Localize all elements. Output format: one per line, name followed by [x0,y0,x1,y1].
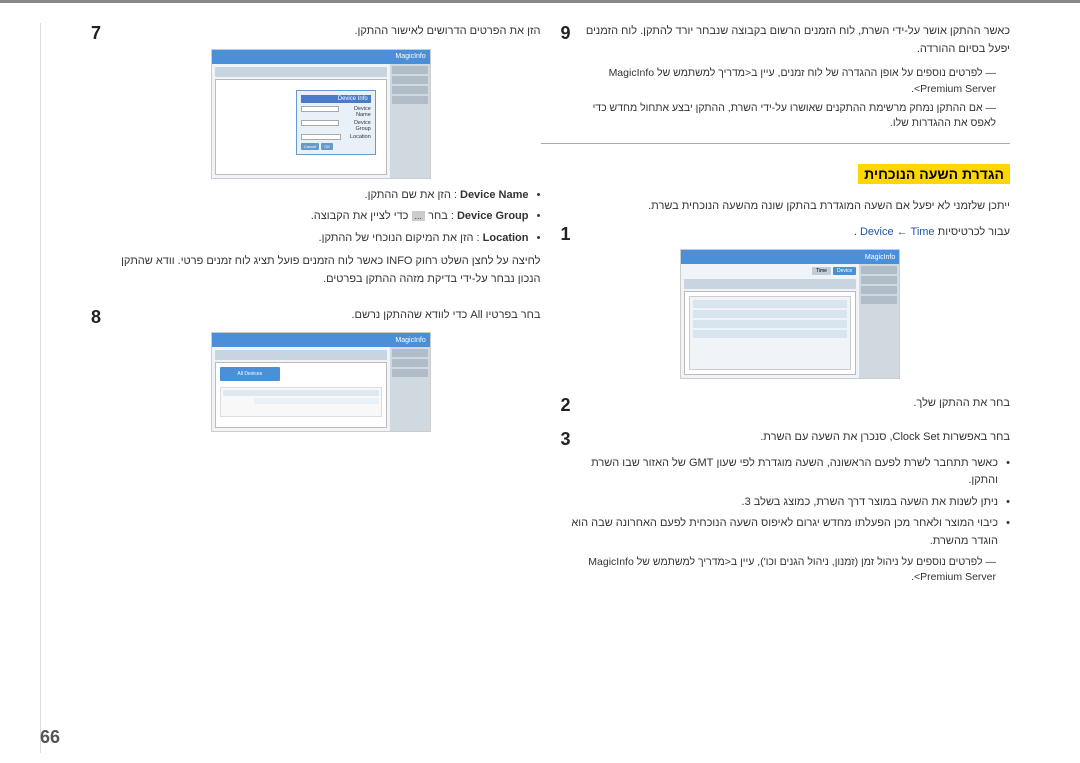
step-3-note: — לפרטים נוספים על ניהול זמן (זמנון, ניה… [571,555,1011,587]
step-1-blue: Device ← Time [860,226,935,238]
location-bold: Location [483,232,529,244]
step-7-number: 7 [79,23,101,44]
ss-body-3: Device Time [681,264,899,378]
page-number: 66 [40,727,60,748]
step-8-content: בחר בפרטיו All כדי לוודא שההתקן נרשם. Ma… [101,307,541,441]
step-1-prefix: עבור לכרטיסיות [938,226,1010,238]
ss-sidebar-2 [390,347,430,431]
ss-dialog-buttons-1: OK Cancel [301,143,371,150]
step-3-bullet2: ניתן לשנות את השעה במוצר דרך השרת, כמוצג… [571,494,1011,512]
ss-body-2: All Devices [212,347,430,431]
step-2-content: בחר את ההתקן שלך. [571,395,1011,421]
location-label: Location [350,134,371,140]
step-3-bullet1: כאשר תתחבר לשרת לפעם הראשונה, השעה מוגדר… [571,455,1011,490]
step-8-row: 8 בחר בפרטיו All כדי לוודא שההתקן נרשם. … [71,307,541,441]
step-1-text: עבור לכרטיסיות Device ← Time . [571,224,1011,242]
ss-body-1: Device Info Device Name Device Group [212,64,430,178]
step-1-content: עבור לכרטיסיות Device ← Time . MagicInfo [571,224,1011,388]
step-1-number: 1 [549,224,571,245]
ss-title-text-2: MagicInfo [395,337,425,344]
device-group-bold: Device Group [457,210,529,222]
ss-content-2: All Devices [215,362,387,428]
step-9-content: כאשר ההתקן אושר על-ידי השרת, לוח הזמנים … [571,23,1011,135]
ss-dialog-row-1: Device Name [301,106,371,118]
device-name-label: Device Name [339,106,371,118]
ss-titlebar-2: MagicInfo [212,333,430,347]
step-1-row: 1 עבור לכרטיסיות Device ← Time . MagicIn… [541,224,1011,388]
step-7-bullet2-text: : בחר [428,210,454,222]
step-2-row: 2 בחר את ההתקן שלך. [541,395,1011,421]
ss-sidebar-1 [390,64,430,178]
step-7-intro: הזן את הפרטים הדרושים לאישור ההתקן. [101,23,541,41]
ss-tabs: Device Time [684,267,856,275]
ss-main-2: All Devices [212,347,390,431]
ss-main-3: Device Time [681,264,859,378]
ss-dialog-input-1 [301,106,339,112]
step-7-bullet3-text: : הזן את המיקום הנוכחי של ההתקן. [319,232,480,244]
ss-content-3 [684,291,856,375]
ss-toolbar-2 [215,350,387,360]
ss-dialog-title-1: Device Info [301,95,371,103]
step-9-note1-text: לפרטים נוספים על אופן ההגדרה של לוח זמני… [609,67,996,95]
ss-sidebar-3 [859,264,899,378]
step-7-bullet1-text: : הזן את שם ההתקן. [365,189,457,201]
step-7-bullet2-dots: ... [412,211,426,221]
ss-ok-btn: OK [321,143,333,150]
step-2-text: בחר את ההתקן שלך. [571,395,1011,413]
ss-title-text-3: MagicInfo [865,254,895,261]
screenshot-step1: MagicInfo [680,249,900,379]
step-9-text: כאשר ההתקן אושר על-ידי השרת, לוח הזמנים … [571,23,1011,58]
content-area: 7 הזן את הפרטים הדרושים לאישור ההתקן. Ma… [0,3,1080,763]
step-9-row: 9 כאשר ההתקן אושר על-ידי השרת, לוח הזמני… [541,23,1011,135]
ss-dialog-input-3 [301,134,341,140]
ss-title-text-1: MagicInfo [395,53,425,60]
step-7-content: הזן את הפרטים הדרושים לאישור ההתקן. Magi… [101,23,541,297]
step-3-text: בחר באפשרות Clock Set, סנכרן את השעה עם … [571,429,1011,447]
step-3-bullet3: כיבוי המוצר ולאחר מכן הפעלתו מחדש יגרום … [571,515,1011,550]
step-7-bullet2: Device Group : בחר ... כדי לציין את הקבו… [101,208,541,226]
step-3-number: 3 [549,429,571,450]
ss-titlebar-3: MagicInfo [681,250,899,264]
device-group-label: Device Group [339,120,371,132]
section-title-container: הגדרת השעה הנוכחית [541,152,1011,192]
step-2-number: 2 [549,395,571,416]
step-8-number: 8 [79,307,101,328]
left-column: 9 כאשר ההתקן אושר על-ידי השרת, לוח הזמני… [541,23,1041,753]
section-intro: ייתכן שלזמני לא יפעל אם השעה המוגדרת בהת… [541,198,1011,216]
ss-cancel-btn: Cancel [301,143,319,150]
step-3-row: 3 בחר באפשרות Clock Set, סנכרן את השעה ע… [541,429,1011,589]
screenshot-step8: MagicInfo [211,332,431,432]
step-9-number: 9 [549,23,571,44]
section-divider [541,143,1011,144]
step-3-note-text: לפרטים נוספים על ניהול זמן (זמנון, ניהול… [588,556,996,584]
ss-main-1: Device Info Device Name Device Group [212,64,390,178]
step-8-text: בחר בפרטיו All כדי לוודא שההתקן נרשם. [101,307,541,325]
step-1-suffix: . [854,226,857,238]
step-7-info: לחיצה על לחצן השלט רחוק INFO כאשר לוח הז… [101,253,541,288]
section-title: הגדרת השעה הנוכחית [858,164,1010,184]
ss-toolbar-3 [684,279,856,289]
step-9-note2: — אם ההתקן נמחק מרשימת ההתקנים שאושרו על… [571,101,1011,133]
step-9-note2-text: אם ההתקן נמחק מרשימת ההתקנים שאושרו על-י… [593,102,996,130]
step-9-note1: — לפרטים נוספים על אופן ההגדרה של לוח זמ… [571,66,1011,98]
screenshot-top-right: MagicInfo [211,49,431,179]
ss-toolbar-1 [215,67,387,77]
ss-dialog-input-2 [301,120,339,126]
ss-dialog-row-3: Location [301,134,371,140]
step-7-row: 7 הזן את הפרטים הדרושים לאישור ההתקן. Ma… [71,23,541,297]
ss-dialog-row-2: Device Group [301,120,371,132]
step-7-bullet2-suffix: כדי לציין את הקבוצה. [311,210,409,222]
device-name-bold: Device Name [460,189,529,201]
step-3-content: בחר באפשרות Clock Set, סנכרן את השעה עם … [571,429,1011,589]
step-7-bullet1: Device Name : הזן את שם ההתקן. [101,187,541,205]
ss-dialog-1: Device Info Device Name Device Group [296,90,376,155]
ss-titlebar-1: MagicInfo [212,50,430,64]
right-column: 7 הזן את הפרטים הדרושים לאישור ההתקן. Ma… [40,23,541,753]
page-container: 7 הזן את הפרטים הדרושים לאישור ההתקן. Ma… [0,0,1080,763]
ss-content-1: Device Info Device Name Device Group [215,79,387,175]
step-7-bullet3: Location : הזן את המיקום הנוכחי של ההתקן… [101,230,541,248]
